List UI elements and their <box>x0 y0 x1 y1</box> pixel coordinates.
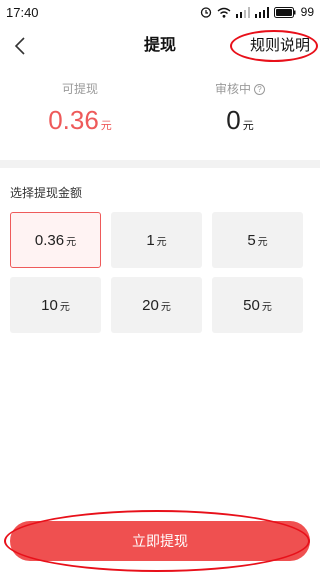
amount-value: 10 <box>41 296 58 314</box>
help-icon[interactable]: ? <box>254 83 265 95</box>
amount-options: 0.36 元 1元 5元 10 元 20 元 50 元 <box>10 212 310 333</box>
amount-unit: 元 <box>66 236 77 248</box>
amount-value: 0.36 <box>34 231 65 249</box>
amount-option-10[interactable]: 10 元 <box>10 277 101 333</box>
amount-option-20[interactable]: 20 元 <box>111 277 202 333</box>
amount-value: 5 <box>247 231 256 249</box>
signal-icon-1 <box>235 6 250 18</box>
amount-value: 1 <box>146 231 155 249</box>
amount-option-0-36[interactable]: 0.36 元 <box>10 212 101 268</box>
withdrawable-amount: 0.36 <box>48 105 99 135</box>
signal-icon-2 <box>254 6 269 18</box>
battery-icon <box>273 6 296 18</box>
amount-option-50[interactable]: 50 元 <box>212 277 303 333</box>
pending-amount: 0 <box>226 105 241 135</box>
status-bar: 17:40 99 <box>0 0 320 24</box>
pending-balance: 审核中 ? 0元 <box>160 80 320 150</box>
amount-option-1[interactable]: 1元 <box>111 212 202 268</box>
chevron-left-icon <box>14 37 25 55</box>
amount-value: 50 <box>243 296 260 314</box>
rules-link[interactable]: 规则说明 <box>248 32 312 60</box>
section-divider <box>0 160 320 168</box>
amount-unit: 元 <box>261 301 272 313</box>
amount-unit: 元 <box>257 236 268 248</box>
withdrawable-balance: 可提现 0.36 元 <box>0 80 160 150</box>
withdrawable-unit: 元 <box>100 120 112 132</box>
pending-label: 审核中 <box>214 82 251 96</box>
alarm-icon <box>200 7 211 18</box>
amount-unit: 元 <box>160 301 171 313</box>
back-button[interactable] <box>6 32 34 60</box>
withdrawable-label: 可提现 <box>61 82 98 96</box>
balance-summary: 可提现 0.36 元 审核中 ? 0元 <box>0 80 320 150</box>
amount-value: 20 <box>142 296 159 314</box>
status-icons: 99 <box>200 5 314 19</box>
status-time: 17:40 <box>6 4 39 20</box>
amount-unit: 元 <box>156 236 167 248</box>
wifi-icon <box>217 7 231 18</box>
battery-level: 99 <box>300 5 314 19</box>
amount-option-5[interactable]: 5元 <box>212 212 303 268</box>
nav-bar: 提现 规则说明 <box>0 24 320 68</box>
pending-unit: 元 <box>242 120 254 132</box>
amount-section-title: 选择提现金额 <box>10 186 83 200</box>
amount-unit: 元 <box>59 301 70 313</box>
withdraw-now-button[interactable]: 立即提现 <box>10 521 310 561</box>
